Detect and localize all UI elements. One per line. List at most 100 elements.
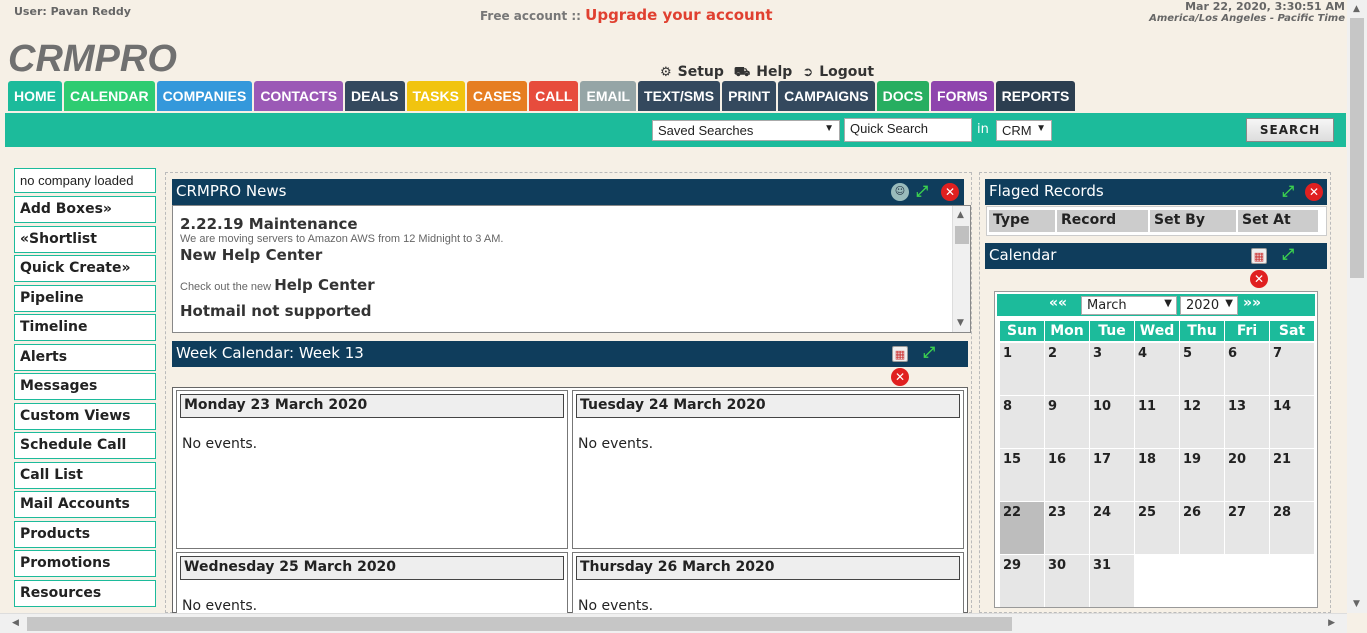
calendar-day[interactable]: 6	[1225, 343, 1269, 395]
sidebar-item-mail-accounts[interactable]: Mail Accounts	[14, 491, 156, 518]
day-cell[interactable]: Tuesday 24 March 2020 No events.	[572, 390, 964, 549]
calendar-day[interactable]: 17	[1090, 449, 1134, 501]
calendar-day-today[interactable]: 22	[1000, 502, 1044, 554]
expand-icon[interactable]: ⤢	[1279, 182, 1297, 200]
calendar-day[interactable]: 25	[1135, 502, 1179, 554]
nav-email[interactable]: EMAIL	[580, 81, 637, 111]
nav-companies[interactable]: COMPANIES	[156, 81, 253, 111]
next-month-icon[interactable]: »»	[1243, 295, 1261, 311]
close-icon[interactable]: ✕	[1250, 270, 1268, 288]
page-horizontal-scrollbar[interactable]: ◀ ▶	[0, 613, 1347, 633]
calendar-day[interactable]: 5	[1180, 343, 1224, 395]
calendar-day[interactable]: 30	[1045, 555, 1089, 607]
logout-link[interactable]: ➲ Logout	[802, 64, 874, 82]
calendar-day[interactable]: 27	[1225, 502, 1269, 554]
saved-searches-select[interactable]: Saved Searches ▼	[652, 120, 840, 141]
nav-textsms[interactable]: TEXT/SMS	[638, 81, 721, 111]
setup-link[interactable]: ⚙ Setup	[660, 64, 724, 82]
help-link[interactable]: ⛟ Help	[734, 64, 792, 82]
close-icon[interactable]: ✕	[891, 368, 909, 386]
sidebar-item-call-list[interactable]: Call List	[14, 461, 156, 489]
close-icon[interactable]: ✕	[1305, 183, 1323, 201]
upgrade-link[interactable]: Upgrade your account	[585, 6, 772, 24]
calendar-day[interactable]: 24	[1090, 502, 1134, 554]
scroll-up-icon[interactable]: ▲	[957, 210, 964, 220]
search-scope-select[interactable]: CRM ▼	[996, 120, 1052, 141]
nav-cases[interactable]: CASES	[466, 81, 528, 111]
close-icon[interactable]: ✕	[941, 183, 959, 201]
nav-tasks[interactable]: TASKS	[406, 81, 465, 111]
day-cell[interactable]: Wednesday 25 March 2020 No events.	[176, 552, 568, 622]
calendar-day[interactable]: 11	[1135, 396, 1179, 448]
calendar-day[interactable]: 3	[1090, 343, 1134, 395]
calendar-day[interactable]: 14	[1270, 396, 1314, 448]
scroll-down-icon[interactable]: ▼	[957, 318, 964, 328]
nav-call[interactable]: CALL	[529, 81, 579, 111]
sidebar-item-pipeline[interactable]: Pipeline	[14, 284, 156, 312]
sidebar-item-quick-create[interactable]: Quick Create»	[14, 255, 156, 282]
news-icon[interactable]: ☺	[891, 183, 909, 201]
sidebar-item-resources[interactable]: Resources	[14, 579, 156, 607]
news-heading[interactable]: 2.22.19 Maintenance	[180, 215, 970, 233]
calendar-day[interactable]: 26	[1180, 502, 1224, 554]
calendar-day[interactable]: 4	[1135, 343, 1179, 395]
nav-forms[interactable]: FORMS	[931, 81, 994, 111]
news-scrollbar[interactable]: ▲ ▼	[952, 206, 970, 332]
add-calendar-icon[interactable]: ▦	[892, 346, 908, 362]
calendar-day[interactable]: 15	[1000, 449, 1044, 501]
calendar-day[interactable]: 29	[1000, 555, 1044, 607]
sidebar-item-products[interactable]: Products	[14, 520, 156, 548]
scroll-up-icon[interactable]: ▲	[1353, 4, 1360, 14]
sidebar-item-timeline[interactable]: Timeline	[14, 314, 156, 341]
logo[interactable]: CRMPRO	[8, 38, 177, 81]
calendar-day[interactable]: 16	[1045, 449, 1089, 501]
scroll-left-icon[interactable]: ◀	[12, 618, 19, 628]
sidebar-item-alerts[interactable]: Alerts	[14, 343, 156, 371]
help-center-link[interactable]: Help Center	[274, 276, 374, 294]
calendar-day[interactable]: 12	[1180, 396, 1224, 448]
calendar-day[interactable]: 8	[1000, 396, 1044, 448]
calendar-day[interactable]: 20	[1225, 449, 1269, 501]
scroll-right-icon[interactable]: ▶	[1328, 618, 1335, 628]
scroll-down-icon[interactable]: ▼	[1353, 599, 1360, 609]
year-select[interactable]: 2020 ▼	[1180, 296, 1238, 315]
sidebar-item-promotions[interactable]: Promotions	[14, 550, 156, 577]
news-heading[interactable]: Hotmail not supported	[180, 302, 970, 320]
scrollbar-thumb[interactable]	[27, 617, 1012, 631]
nav-campaigns[interactable]: CAMPAIGNS	[778, 81, 875, 111]
calendar-day[interactable]: 13	[1225, 396, 1269, 448]
sidebar-item-shortlist[interactable]: «Shortlist	[14, 225, 156, 253]
add-calendar-icon[interactable]: ▦	[1251, 248, 1267, 264]
calendar-day[interactable]: 7	[1270, 343, 1314, 395]
calendar-day[interactable]: 18	[1135, 449, 1179, 501]
calendar-day[interactable]: 2	[1045, 343, 1089, 395]
calendar-day[interactable]: 28	[1270, 502, 1314, 554]
nav-docs[interactable]: DOCS	[876, 81, 930, 111]
nav-reports[interactable]: REPORTS	[995, 81, 1076, 111]
calendar-day[interactable]: 9	[1045, 396, 1089, 448]
day-cell[interactable]: Thursday 26 March 2020 No events.	[572, 552, 964, 622]
expand-icon[interactable]: ⤢	[920, 343, 938, 361]
expand-icon[interactable]: ⤢	[1279, 245, 1297, 263]
calendar-day[interactable]: 19	[1180, 449, 1224, 501]
calendar-day[interactable]: 1	[1000, 343, 1044, 395]
scrollbar-thumb[interactable]	[1350, 18, 1364, 278]
calendar-day[interactable]: 10	[1090, 396, 1134, 448]
expand-icon[interactable]: ⤢	[913, 182, 931, 200]
nav-calendar[interactable]: CALENDAR	[64, 81, 155, 111]
page-vertical-scrollbar[interactable]: ▲ ▼	[1347, 0, 1367, 613]
calendar-day[interactable]: 31	[1090, 555, 1134, 607]
nav-contacts[interactable]: CONTACTS	[254, 81, 344, 111]
day-cell[interactable]: Monday 23 March 2020 No events.	[176, 390, 568, 549]
sidebar-item-schedule-call[interactable]: Schedule Call	[14, 432, 156, 459]
nav-deals[interactable]: DEALS	[345, 81, 405, 111]
sidebar-item-custom-views[interactable]: Custom Views	[14, 402, 156, 430]
month-select[interactable]: March ▼	[1081, 296, 1177, 315]
calendar-day[interactable]: 23	[1045, 502, 1089, 554]
sidebar-item-add-boxes[interactable]: Add Boxes»	[14, 196, 156, 223]
nav-print[interactable]: PRINT	[722, 81, 777, 111]
search-button[interactable]: SEARCH	[1246, 118, 1334, 142]
calendar-day[interactable]: 21	[1270, 449, 1314, 501]
nav-home[interactable]: HOME	[8, 81, 62, 111]
scrollbar-thumb[interactable]	[955, 226, 969, 244]
